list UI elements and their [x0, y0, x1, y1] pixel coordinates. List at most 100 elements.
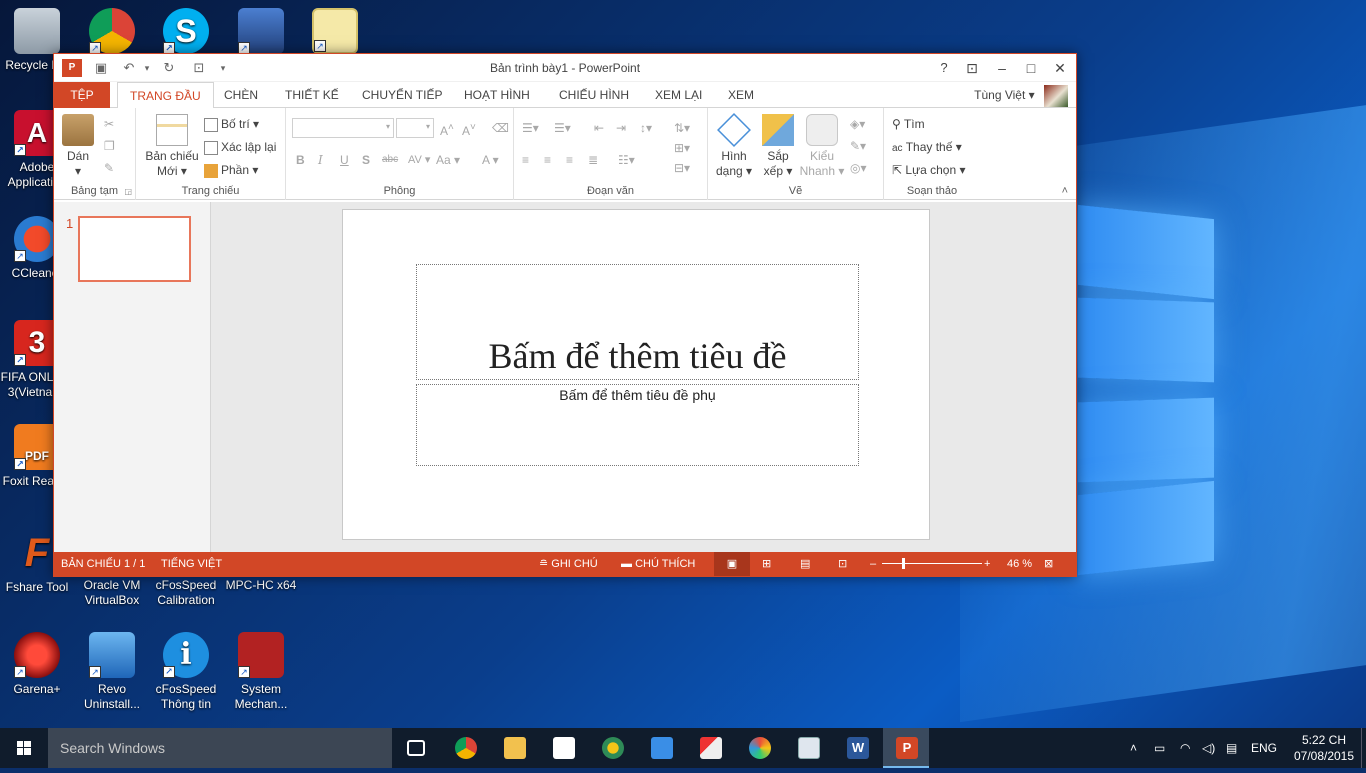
tab-transitions[interactable]: CHUYỂN TIẾP [350, 82, 454, 108]
notes-button[interactable]: ≘ GHI CHÚ [539, 552, 598, 576]
desktop-icon-mpc-hc[interactable]: MPC-HC x64 [224, 578, 298, 593]
bold-button[interactable]: B [296, 150, 305, 170]
wifi-icon[interactable]: ◠ [1180, 728, 1190, 768]
start-button[interactable] [0, 728, 48, 768]
clock[interactable]: 5:22 CH 07/08/2015 [1290, 728, 1358, 768]
copy-icon[interactable]: ❐ [104, 136, 115, 156]
taskbar-chrome[interactable] [442, 728, 488, 768]
tab-home[interactable]: TRANG ĐẦU [117, 82, 214, 109]
zoom-slider-thumb[interactable] [902, 558, 905, 569]
text-direction-icon[interactable]: ⇅▾ [674, 118, 690, 138]
shape-effects-icon[interactable]: ◎▾ [850, 158, 867, 178]
slide-count-status[interactable]: BẢN CHIẾU 1 / 1 [61, 552, 145, 576]
font-name-combobox[interactable]: ▾ [292, 118, 394, 138]
normal-view-button[interactable]: ▣ [714, 552, 750, 576]
align-right-icon[interactable]: ≡ [566, 150, 573, 170]
align-center-icon[interactable]: ≡ [544, 150, 551, 170]
slide-sorter-button[interactable]: ⊞ [762, 552, 771, 576]
align-left-icon[interactable]: ≡ [522, 150, 529, 170]
show-hidden-icons-button[interactable]: ˄ [1130, 728, 1137, 768]
tab-animations[interactable]: HOẠT HÌNH [452, 82, 542, 108]
maximize-button[interactable]: □ [1019, 57, 1043, 79]
format-painter-icon[interactable]: ✎ [104, 158, 114, 178]
shape-outline-icon[interactable]: ✎▾ [850, 136, 866, 156]
help-button[interactable]: ? [932, 57, 956, 79]
slide-show-button[interactable]: ⊡ [838, 552, 847, 576]
underline-button[interactable]: U [340, 150, 349, 170]
taskbar-app-8[interactable] [785, 728, 831, 768]
tab-slide-show[interactable]: CHIẾU HÌNH [547, 82, 641, 108]
reset-button[interactable]: Xác lập lại [204, 137, 276, 157]
clear-formatting-icon[interactable]: ⌫ [492, 118, 509, 138]
bullets-icon[interactable]: ☰▾ [522, 118, 539, 138]
dialog-launcher-icon[interactable]: ◲ [124, 187, 132, 196]
replace-button[interactable]: ac Thay thế ▾ [892, 137, 962, 157]
zoom-out-button[interactable]: – [870, 552, 876, 576]
increase-indent-icon[interactable]: ⇥ [616, 118, 626, 138]
subtitle-placeholder[interactable]: Bấm để thêm tiêu đề phụ [416, 384, 859, 466]
slide-thumbnail[interactable] [78, 216, 191, 282]
paste-button[interactable]: Dán ▾ [60, 114, 96, 179]
comments-button[interactable]: ▬ CHÚ THÍCH [621, 552, 695, 576]
taskbar-powerpoint[interactable]: P [883, 728, 929, 768]
font-color-button[interactable]: A ▾ [482, 150, 499, 170]
desktop-icon-cfosspeed-info[interactable]: i ↗ cFosSpeed Thông tin [149, 632, 223, 712]
desktop-icon-chrome[interactable]: ↗ [75, 8, 149, 58]
taskbar-app-4[interactable] [589, 728, 635, 768]
zoom-in-button[interactable]: + [984, 552, 990, 576]
slide-thumbnails-pane[interactable]: 1 [54, 202, 211, 552]
cut-icon[interactable]: ✂ [104, 114, 114, 134]
arrange-button[interactable]: Sắp xếp ▾ [758, 114, 798, 179]
desktop-icon-virtualbox[interactable]: Oracle VM VirtualBox [75, 578, 149, 608]
character-spacing-icon[interactable]: AV ▾ [408, 150, 430, 170]
font-size-combobox[interactable]: ▾ [396, 118, 434, 138]
taskbar-app-6[interactable] [687, 728, 733, 768]
tab-design[interactable]: THIẾT KẾ [273, 82, 351, 108]
align-text-icon[interactable]: ⊞▾ [674, 138, 690, 158]
show-desktop-button[interactable] [1361, 728, 1366, 768]
numbering-icon[interactable]: ☰▾ [554, 118, 571, 138]
battery-icon[interactable]: ▭ [1154, 728, 1165, 768]
language-status[interactable]: TIẾNG VIỆT [161, 552, 222, 576]
smartart-icon[interactable]: ⊟▾ [674, 158, 690, 178]
select-button[interactable]: ⇱ Lựa chọn ▾ [892, 160, 966, 180]
justify-icon[interactable]: ≣ [588, 150, 598, 170]
desktop-icon-garena[interactable]: ↗ Garena+ [0, 632, 74, 697]
zoom-slider[interactable] [882, 558, 982, 569]
close-button[interactable]: ✕ [1048, 57, 1072, 79]
tab-file[interactable]: TỆP [54, 82, 110, 108]
volume-icon[interactable]: ◁) [1202, 728, 1215, 768]
reading-view-button[interactable]: ▤ [800, 552, 810, 576]
powerpoint-window[interactable]: P ▣ ↶ ▾ ↻ ⊡ ▾ Bản trình bày1 - PowerPoin… [53, 53, 1077, 577]
desktop-icon-skype[interactable]: S ↗ [149, 8, 223, 58]
columns-icon[interactable]: ☷▾ [618, 150, 635, 170]
fit-slide-button[interactable]: ⊠ [1044, 552, 1053, 576]
shapes-button[interactable]: Hình dạng ▾ [712, 113, 756, 179]
find-button[interactable]: ⚲ Tìm [892, 114, 925, 134]
action-center-icon[interactable]: ▤ [1226, 728, 1237, 768]
desktop-icon-system-mechanic[interactable]: ↗ System Mechan... [224, 632, 298, 712]
quick-styles-button[interactable]: Kiểu Nhanh ▾ [798, 114, 846, 179]
increase-font-icon[interactable]: A˄ [440, 118, 454, 138]
decrease-indent-icon[interactable]: ⇤ [594, 118, 604, 138]
user-account[interactable]: Tùng Việt ▾ [974, 84, 1068, 107]
tab-view[interactable]: XEM [716, 82, 766, 108]
collapse-ribbon-icon[interactable]: ˄ [1062, 185, 1068, 197]
shape-fill-icon[interactable]: ◈▾ [850, 114, 865, 134]
italic-button[interactable]: I [318, 150, 323, 170]
strikethrough-button[interactable]: abc [382, 150, 398, 170]
decrease-font-icon[interactable]: A˅ [462, 118, 476, 138]
desktop-icon-notepad-app[interactable]: ↗ [298, 8, 372, 58]
line-spacing-icon[interactable]: ↕▾ [640, 118, 652, 138]
taskbar-app-5[interactable] [638, 728, 684, 768]
slide-canvas[interactable]: Bấm để thêm tiêu đề Bấm để thêm tiêu đề … [342, 209, 930, 540]
layout-button[interactable]: Bố trí ▾ [204, 114, 259, 134]
section-button[interactable]: Phần ▾ [204, 160, 258, 180]
minimize-button[interactable]: – [990, 57, 1014, 79]
tab-insert[interactable]: CHÈN [212, 82, 270, 108]
desktop-icon-city-app[interactable]: ↗ [224, 8, 298, 58]
taskbar-paint[interactable] [736, 728, 782, 768]
tab-review[interactable]: XEM LẠI [643, 82, 714, 108]
desktop-icon-revo[interactable]: ↗ Revo Uninstall... [75, 632, 149, 712]
taskbar-file-explorer[interactable] [491, 728, 537, 768]
